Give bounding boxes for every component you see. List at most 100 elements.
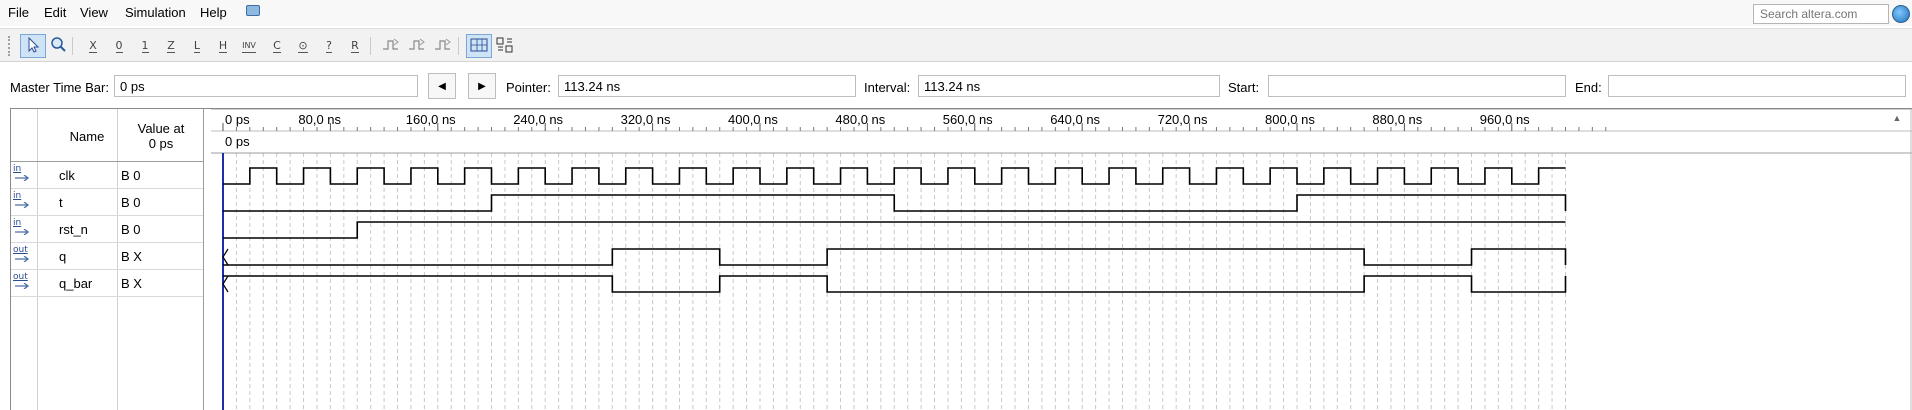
pin-direction: in <box>13 191 22 201</box>
toolbar-separator <box>72 37 73 55</box>
toolbar-grip[interactable] <box>8 36 12 56</box>
value-header-line1: Value at <box>137 121 185 136</box>
generate-netlist-button[interactable] <box>430 34 456 58</box>
count-value-button[interactable]: C <box>264 34 290 58</box>
output-pin-icon: out <box>13 245 35 265</box>
signal-row-rst_n[interactable]: in rst_n B 0 <box>11 216 203 243</box>
search-input[interactable] <box>1753 4 1889 24</box>
toolbar: X 0 1 Z L H INV C ⊙? R <box>0 28 1912 62</box>
forcing-high-impedance-button[interactable]: Z <box>158 34 184 58</box>
signal-row-clk[interactable]: in clk B 0 <box>11 162 203 189</box>
menu-help[interactable]: Help <box>200 5 227 20</box>
interval-label: Interval: <box>864 80 911 95</box>
pin-direction: out <box>13 245 28 255</box>
time-tick-label: 880,0 ns <box>1372 112 1422 127</box>
interval-field[interactable]: 113.24 ns <box>918 75 1220 97</box>
arbitrary-value-button[interactable]: ? <box>316 34 342 58</box>
weak-low-icon: L <box>193 38 201 53</box>
globe-icon[interactable] <box>1892 5 1910 23</box>
forcing-high-button[interactable]: 1 <box>132 34 158 58</box>
forcing-low-button[interactable]: 0 <box>106 34 132 58</box>
invert-icon: INV <box>242 40 256 53</box>
menu-file[interactable]: File <box>8 5 29 20</box>
input-pin-icon: in <box>13 191 35 211</box>
value-column-header[interactable]: Value at 0 ps <box>121 121 201 151</box>
netlist-icon <box>433 36 453 57</box>
random-value-icon: R <box>351 38 359 53</box>
end-field[interactable] <box>1608 75 1906 97</box>
weak-low-button[interactable]: L <box>184 34 210 58</box>
menu-edit[interactable]: Edit <box>44 5 66 20</box>
overwrite-clock-button[interactable]: ⊙ <box>290 34 316 58</box>
sort-nodes-button[interactable] <box>492 34 518 58</box>
pointer-icon <box>23 36 43 57</box>
signal-value: B X <box>121 249 142 264</box>
master-time-bar-label: Master Time Bar: <box>10 80 109 95</box>
menu-view[interactable]: View <box>80 5 108 20</box>
timing-sim-icon <box>407 36 427 57</box>
zoom-tool-button[interactable] <box>46 34 72 58</box>
forcing-unknown-button[interactable]: X <box>80 34 106 58</box>
value-header-line2: 0 ps <box>148 136 174 151</box>
time-bar-row: Master Time Bar: 0 ps ◀ ▶ Pointer: 113.2… <box>0 68 1912 106</box>
menu-bar: File Edit View Simulation Help <box>0 0 1912 26</box>
clock-icon: ⊙ <box>298 38 308 53</box>
time-tick-label: 720,0 ns <box>1158 112 1208 127</box>
snap-grid-icon <box>469 36 489 57</box>
signal-name: rst_n <box>59 222 88 237</box>
signal-row-t[interactable]: in t B 0 <box>11 189 203 216</box>
selection-tool-button[interactable] <box>20 34 46 58</box>
time-tick-label: 320,0 ns <box>621 112 671 127</box>
pin-direction: in <box>13 218 22 228</box>
signal-name: q_bar <box>59 276 93 291</box>
signal-name: t <box>59 195 63 210</box>
value-column-divider <box>203 109 204 410</box>
sort-icon <box>495 36 515 57</box>
triangle-left-icon: ◀ <box>438 80 446 92</box>
next-transition-button[interactable]: ▶ <box>468 73 496 99</box>
pin-direction: in <box>13 164 22 174</box>
zero-value-icon: 0 <box>115 38 123 53</box>
arbitrary-value-icon: ? <box>326 38 332 53</box>
pointer-label: Pointer: <box>506 80 551 95</box>
time-tick-label: 800,0 ns <box>1265 112 1315 127</box>
pin-direction: out <box>13 272 28 282</box>
chat-bubble-icon[interactable] <box>246 5 260 16</box>
run-functional-simulation-button[interactable] <box>378 34 404 58</box>
time-tick-label: 160,0 ns <box>406 112 456 127</box>
time-tick-label: 0 ps <box>225 112 250 127</box>
time-tick-label: 400,0 ns <box>728 112 778 127</box>
waveform-canvas[interactable]: 0 ps 80,0 ns 160,0 ns 240,0 ns 320,0 ns 400,0… <box>211 109 1912 410</box>
signal-value: B 0 <box>121 222 141 237</box>
invert-button[interactable]: INV <box>236 34 262 58</box>
input-pin-icon: in <box>13 164 35 184</box>
signal-value: B X <box>121 276 142 291</box>
previous-transition-button[interactable]: ◀ <box>428 73 456 99</box>
start-field[interactable] <box>1268 75 1566 97</box>
zoom-icon <box>49 36 69 57</box>
toolbar-separator <box>370 37 371 55</box>
functional-sim-icon <box>381 36 401 57</box>
pointer-field[interactable]: 113.24 ns <box>558 75 856 97</box>
time-tick-label: 640,0 ns <box>1050 112 1100 127</box>
weak-high-button[interactable]: H <box>210 34 236 58</box>
master-marker-label: 0 ps <box>225 134 250 149</box>
weak-high-icon: H <box>218 38 228 53</box>
run-timing-simulation-button[interactable] <box>404 34 430 58</box>
random-value-button[interactable]: R <box>342 34 368 58</box>
name-column-header[interactable]: Name <box>47 129 127 144</box>
signal-value: B 0 <box>121 168 141 183</box>
master-time-bar-field[interactable]: 0 ps <box>114 75 418 97</box>
waveform-panel: Name Value at 0 ps in clk B 0 in t B 0 in rst_n… <box>10 108 1912 410</box>
signal-name: clk <box>59 168 75 183</box>
time-tick-label: 240,0 ns <box>513 112 563 127</box>
triangle-right-icon: ▶ <box>478 80 486 92</box>
signal-row-q_bar[interactable]: out q_bar B X <box>11 270 203 297</box>
signal-name: q <box>59 249 67 264</box>
signal-row-q[interactable]: out q B X <box>11 243 203 270</box>
end-label: End: <box>1575 80 1602 95</box>
scroll-up-button[interactable]: ▲ <box>1889 113 1905 129</box>
snap-to-grid-button[interactable] <box>466 34 492 58</box>
time-tick-label: 960,0 ns <box>1480 112 1530 127</box>
menu-simulation[interactable]: Simulation <box>125 5 186 20</box>
